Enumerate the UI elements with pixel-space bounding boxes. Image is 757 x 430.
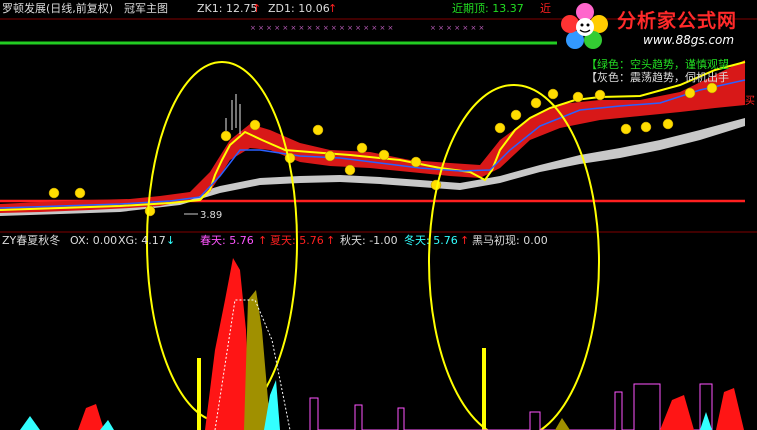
recent-cut-label: 近: [540, 2, 551, 15]
indicator-name: ZY春夏秋冬: [2, 234, 61, 247]
indicator-summer: 夏天: 5.76: [270, 234, 324, 247]
zk1-up-arrow-icon: ↑: [252, 2, 262, 15]
buy-marker: 买: [745, 95, 755, 107]
marker-row: × × × × × × × × × × × × × × × × × × × × …: [250, 24, 484, 32]
indicator-autumn: 秋天: -1.00: [340, 234, 398, 247]
logo-url: www.88gs.com: [643, 33, 735, 47]
svg-text:× × × × × × ×: × × × × × × ×: [430, 24, 484, 32]
zk1-value: ZK1: 12.75: [197, 2, 258, 15]
winter-up-arrow-icon: ↑: [460, 234, 470, 247]
indicator-header: ZY春夏秋冬 OX: 0.00 XG: 4.17 ↓ 春天: 5.76 ↑ 夏天…: [0, 233, 757, 249]
svg-text:× × × × × × × × × × × × × × ×: × × × × × × × × × × × × × × × × × ×: [250, 24, 393, 32]
indicator-xg: XG: 4.17: [118, 234, 166, 247]
stock-title: 罗顿发展(日线,前复权): [2, 2, 114, 15]
yellow-step-line: [0, 61, 746, 211]
zd1-value: ZD1: 10.06: [268, 2, 330, 15]
indicator-small-clusters: [20, 388, 744, 430]
short-ma-line: [0, 79, 746, 209]
formula-name: 冠军主图: [124, 2, 168, 15]
logo-title: 分析家公式网: [617, 10, 738, 32]
summer-up-arrow-icon: ↑: [326, 234, 336, 247]
recent-top-value: 近期顶: 13.37: [452, 2, 524, 15]
legend-green-row: 【绿色：空头趋势，谨慎观望: [586, 58, 729, 71]
xg-down-arrow-icon: ↓: [166, 234, 176, 247]
flower-logo-icon: [561, 3, 608, 49]
trend-legend: 【绿色：空头趋势，谨慎观望 【灰色：震荡趋势，伺机出手: [586, 58, 756, 84]
site-logo: 分析家公式网 www.88gs.com: [557, 0, 757, 52]
low-marker-label: 3.89: [200, 210, 222, 221]
indicator-ox: OX: 0.00: [70, 234, 118, 247]
indicator-winter: 冬天: 5.76: [404, 234, 458, 247]
legend-gray-row: 【灰色：震荡趋势，伺机出手: [586, 71, 729, 84]
indicator-red-area: [205, 258, 291, 430]
zd1-up-arrow-icon: ↑: [328, 2, 338, 15]
spring-up-arrow-icon: ↑: [258, 234, 268, 247]
indicator-dark-horse: 黑马初现: 0.00: [472, 234, 548, 247]
indicator-magenta-line: [309, 383, 713, 430]
indicator-spring: 春天: 5.76: [200, 234, 254, 247]
